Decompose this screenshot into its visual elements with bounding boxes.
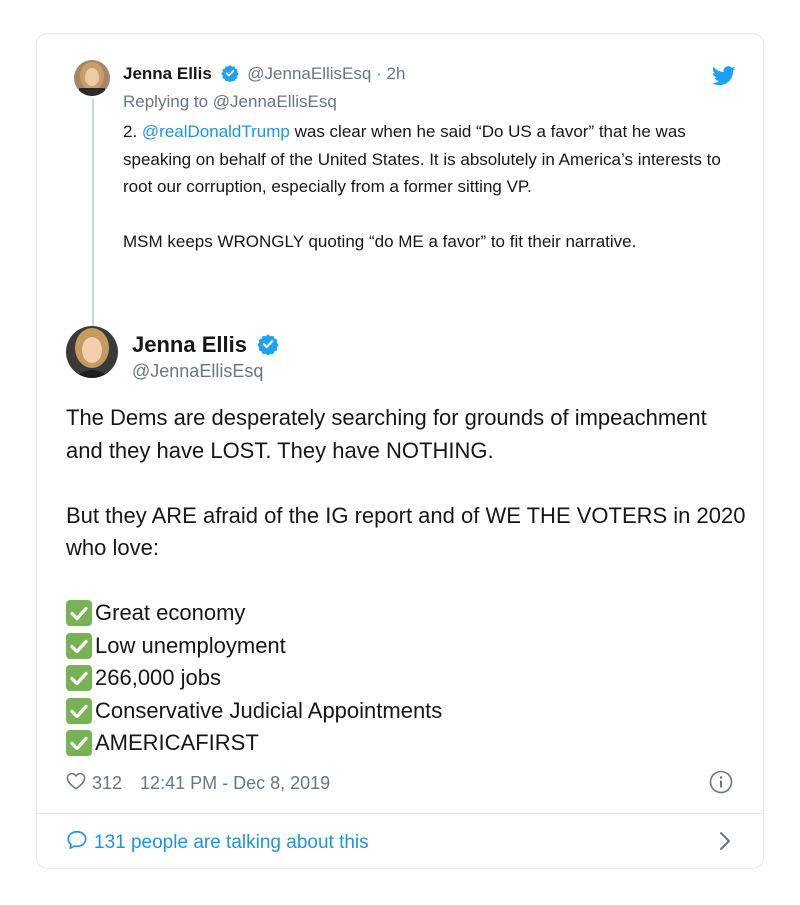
- reply-author-name[interactable]: Jenna Ellis: [123, 64, 212, 83]
- check-mark-icon: [66, 665, 92, 692]
- checklist-item: AMERICAFIRST: [66, 727, 746, 760]
- verified-badge-icon: [257, 333, 279, 361]
- checklist: Great economy Low unemployment 266,000 job…: [66, 597, 746, 760]
- checklist-item-label: AMERICAFIRST: [95, 730, 259, 755]
- checklist-item: Conservative Judicial Appointments: [66, 695, 746, 728]
- main-author-name-row: Jenna Ellis: [132, 332, 283, 361]
- checklist-item-label: Low unemployment: [95, 632, 286, 658]
- tweet-timestamp[interactable]: 12:41 PM - Dec 8, 2019: [140, 773, 330, 794]
- main-paragraph-1: The Dems are desperately searching for g…: [66, 405, 707, 463]
- reply-author-handle[interactable]: @JennaEllisEsq: [247, 64, 371, 83]
- reply-text-prefix: 2.: [123, 122, 142, 141]
- main-author-avatar[interactable]: [66, 326, 118, 378]
- thread-connector-line: [92, 99, 94, 361]
- reply-author-avatar[interactable]: [74, 60, 110, 96]
- reply-header: Jenna Ellis @JennaEllisEsq · 2h: [123, 64, 405, 87]
- checklist-item: Great economy: [66, 597, 746, 630]
- check-mark-icon: [66, 697, 92, 724]
- check-mark-icon: [66, 730, 92, 757]
- reply-text-paragraph-2: MSM keeps WRONGLY quoting “do ME a favor…: [123, 232, 637, 251]
- twitter-bird-icon[interactable]: [711, 66, 736, 91]
- main-author-handle[interactable]: @JennaEllisEsq: [132, 361, 263, 382]
- replying-to-label[interactable]: Replying to @JennaEllisEsq: [123, 92, 337, 112]
- reply-tweet-text: 2. @realDonaldTrump was clear when he sa…: [123, 118, 738, 256]
- verified-badge-icon: [220, 64, 239, 87]
- speech-bubble-icon: [66, 829, 88, 857]
- checklist-item-label: 266,000 jobs: [95, 665, 221, 690]
- chevron-right-icon[interactable]: [717, 831, 733, 856]
- tweet-meta-row: 312 12:41 PM - Dec 8, 2019: [66, 772, 330, 795]
- reply-time[interactable]: 2h: [386, 64, 405, 83]
- info-icon[interactable]: [709, 770, 733, 799]
- checklist-item-label: Conservative Judicial Appointments: [95, 697, 443, 723]
- main-author-name[interactable]: Jenna Ellis: [132, 332, 247, 357]
- check-mark-icon: [66, 600, 92, 627]
- separator-dot: ·: [376, 64, 382, 83]
- conversation-link[interactable]: 131 people are talking about this: [66, 829, 369, 857]
- main-paragraph-2: But they ARE afraid of the IG report and…: [66, 502, 746, 561]
- checklist-item: Low unemployment: [66, 630, 746, 663]
- embedded-tweet-card: Jenna Ellis @JennaEllisEsq · 2h Replying…: [36, 33, 764, 869]
- heart-icon[interactable]: [66, 772, 86, 795]
- mention-link[interactable]: @realDonaldTrump: [142, 122, 290, 141]
- talking-count-label: 131 people are talking about this: [94, 832, 369, 853]
- check-mark-icon: [66, 632, 92, 659]
- like-count[interactable]: 312: [92, 773, 122, 794]
- checklist-item: 266,000 jobs: [66, 662, 746, 695]
- checklist-item-label: Great economy: [95, 600, 246, 625]
- main-tweet-text: The Dems are desperately searching for g…: [66, 402, 746, 760]
- divider: [37, 813, 763, 814]
